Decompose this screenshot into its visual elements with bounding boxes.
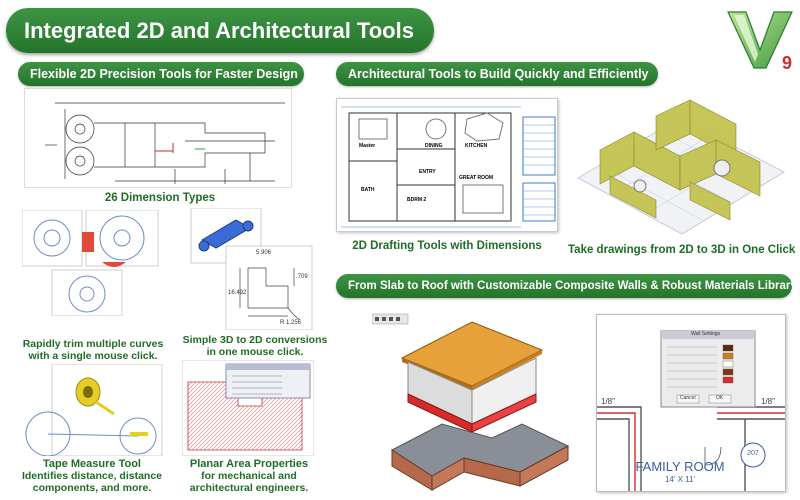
- plan-label-bath: BATH: [361, 187, 375, 193]
- conversion-svg: [190, 208, 313, 330]
- section-architectural: Architectural Tools to Build Quickly and…: [336, 62, 658, 86]
- caption-drafting: 2D Drafting Tools with Dimensions: [352, 240, 542, 252]
- caption-planar-line1: Planar Area Properties: [189, 458, 309, 470]
- section-precision: Flexible 2D Precision Tools for Faster D…: [18, 62, 304, 86]
- dim-label-b: 16.492: [228, 290, 247, 296]
- house-3d-svg: [576, 99, 786, 235]
- caption-tape: Tape Measure Tool Identifies distance, d…: [12, 458, 172, 494]
- planar-area-svg: [182, 360, 314, 456]
- caption-convert-line2: in one mouse click.: [206, 346, 304, 358]
- composite-wall-svg: [372, 313, 570, 491]
- dim-mark-right: 1/8": [761, 397, 775, 406]
- page-title: Integrated 2D and Architectural Tools: [6, 8, 434, 53]
- tape-measure-figure: [18, 364, 164, 456]
- floor-plan-drawing: Master DINING KITCHEN ENTRY BATH BDRM 2 …: [336, 98, 558, 232]
- plan-label-bdrm: BDRM 2: [407, 197, 427, 203]
- wall-dialog-cancel-button[interactable]: Cancel: [680, 395, 696, 401]
- house-3d-figure: [570, 88, 792, 236]
- caption-tape-line1: Tape Measure Tool: [42, 458, 141, 470]
- caption-convert: Simple 3D to 2D conversions in one mouse…: [180, 334, 330, 358]
- plan-label-great-room: GREAT ROOM: [459, 175, 494, 181]
- trim-curves-svg: [22, 210, 159, 316]
- caption-2d-to-3d: Take drawings from 2D to 3D in One Click: [568, 244, 796, 256]
- trim-curves-figure: [22, 210, 160, 316]
- dim-label-a: 5.906: [256, 250, 272, 256]
- caption-convert-line1: Simple 3D to 2D conversions: [182, 334, 328, 346]
- dimension-drawing-svg: [45, 102, 285, 184]
- dim-label-d: R 1.256: [280, 320, 302, 326]
- family-room-plan: Wall Settings Cancel OK 1/8" 1/8" 207 FA…: [596, 314, 786, 492]
- composite-wall-figure: [372, 300, 582, 492]
- caption-trim-line1: Rapidly trim multiple curves: [22, 338, 164, 350]
- dim-label-c: .709: [296, 274, 308, 280]
- plan-label-entry: ENTRY: [419, 169, 436, 175]
- dimension-drawing: [24, 88, 292, 188]
- room-name: FAMILY ROOM: [635, 459, 725, 474]
- tape-measure-svg: [25, 364, 163, 456]
- room-size: 14' X 11': [664, 475, 696, 484]
- room-tag-number: 207: [747, 450, 759, 457]
- logo-version: 9: [781, 53, 792, 73]
- caption-tape-line3: components, and more.: [32, 482, 152, 494]
- plan-label-kitchen: KITCHEN: [465, 143, 488, 149]
- caption-dimension-types: 26 Dimension Types: [104, 192, 216, 204]
- conversion-figure: 5.906 16.492 .709 R 1.256: [188, 208, 313, 330]
- caption-planar-line3: architectural engineers.: [189, 482, 309, 494]
- plan-label-master: Master: [359, 143, 376, 149]
- plan-label-dining: DINING: [425, 143, 443, 149]
- wall-dialog-ok-button[interactable]: OK: [716, 395, 723, 401]
- section-slab: From Slab to Roof with Customizable Comp…: [336, 274, 797, 298]
- caption-trim: Rapidly trim multiple curves with a sing…: [18, 338, 168, 362]
- caption-planar-line2: for mechanical and: [201, 470, 297, 482]
- caption-tape-line2: Identifies distance, distance: [21, 470, 163, 482]
- caption-planar: Planar Area Properties for mechanical an…: [170, 458, 328, 494]
- floor-plan-svg: [341, 106, 556, 228]
- wall-dialog-title: Wall Settings: [691, 331, 720, 337]
- caption-trim-line2: with a single mouse click.: [28, 350, 158, 362]
- app-logo: 9: [726, 6, 796, 76]
- dim-mark-left: 1/8": [601, 397, 615, 406]
- planar-area-figure: [182, 360, 314, 456]
